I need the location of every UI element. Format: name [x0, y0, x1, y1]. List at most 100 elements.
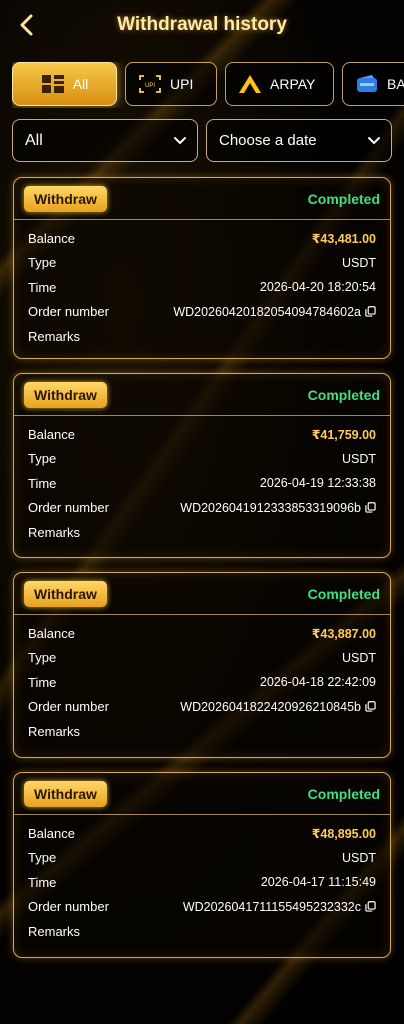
order-value-wrap: WD2026041822420926210845b: [180, 700, 376, 714]
tab-bank-label: BA: [387, 76, 404, 92]
type-label: Type: [28, 650, 57, 666]
upi-icon: UPI: [138, 74, 162, 94]
card-header: Withdraw Completed: [14, 573, 390, 615]
date-picker[interactable]: Choose a date: [206, 119, 392, 162]
type-label: Type: [28, 451, 57, 467]
time-value: 2026-04-17 11:15:49: [260, 875, 376, 890]
type-row: Type USDT: [14, 846, 390, 871]
back-button[interactable]: [14, 12, 40, 38]
chevron-down-icon: [368, 136, 380, 144]
tab-arpay[interactable]: ARPAY: [225, 62, 334, 106]
page-title: Withdrawal history: [117, 14, 287, 35]
time-row: Time 2026-04-18 22:42:09: [14, 670, 390, 695]
withdrawal-card: Withdraw Completed Balance ₹48,895.00 Ty…: [13, 772, 391, 958]
time-row: Time 2026-04-20 18:20:54: [14, 275, 390, 300]
filter-bar: All Choose a date: [12, 119, 392, 162]
balance-row: Balance ₹43,481.00: [14, 226, 390, 251]
order-row: Order number WD2026042018205409478​4602a: [14, 300, 390, 325]
type-row: Type USDT: [14, 646, 390, 671]
status-dropdown[interactable]: All: [12, 119, 198, 162]
copy-icon[interactable]: [365, 306, 376, 317]
withdraw-badge: Withdraw: [24, 381, 107, 408]
remarks-label: Remarks: [28, 723, 81, 739]
remarks-row: Remarks: [14, 520, 390, 545]
order-value: WD2026041711155495232332c: [182, 899, 361, 914]
balance-value: ₹48,895.00: [311, 826, 376, 841]
balance-row: Balance ₹48,895.00: [14, 821, 390, 846]
withdrawal-card: Withdraw Completed Balance ₹43,887.00 Ty…: [13, 572, 391, 758]
remarks-row: Remarks: [14, 324, 390, 349]
withdrawal-card: Withdraw Completed Balance ₹43,481.00 Ty…: [13, 177, 391, 359]
time-row: Time 2026-04-19 12:33:38: [14, 471, 390, 496]
tab-upi-label: UPI: [170, 76, 194, 92]
card-header: Withdraw Completed: [14, 178, 390, 220]
balance-label: Balance: [28, 426, 75, 442]
tab-arpay-label: ARPAY: [270, 76, 316, 92]
time-label: Time: [28, 475, 57, 491]
order-row: Order number WD2026041711155495232332c: [14, 895, 390, 920]
order-value-wrap: WD2026041711155495232332c: [183, 900, 376, 914]
withdraw-badge: Withdraw: [24, 580, 107, 607]
balance-value: ₹43,887.00: [311, 626, 376, 641]
bank-icon: [355, 74, 379, 94]
svg-text:UPI: UPI: [145, 83, 155, 89]
card-header: Withdraw Completed: [14, 773, 390, 815]
withdraw-badge: Withdraw: [24, 780, 107, 807]
type-label: Type: [28, 255, 57, 271]
time-label: Time: [28, 279, 57, 295]
withdrawal-list: Withdraw Completed Balance ₹43,481.00 Ty…: [13, 177, 391, 972]
remarks-row: Remarks: [14, 719, 390, 744]
status-text: Completed: [307, 386, 380, 403]
type-value: USDT: [341, 850, 376, 865]
time-value: 2026-04-20 18:20:54: [259, 280, 376, 295]
remarks-label: Remarks: [28, 923, 81, 939]
date-picker-placeholder: Choose a date: [219, 132, 317, 149]
time-row: Time 2026-04-17 11:15:49: [14, 870, 390, 895]
balance-value: ₹41,759.00: [311, 427, 376, 442]
balance-label: Balance: [28, 230, 75, 246]
order-value: WD2026042018205409478​4602a: [173, 304, 361, 319]
chevron-left-icon: [20, 14, 33, 36]
copy-icon[interactable]: [365, 701, 376, 712]
type-row: Type USDT: [14, 447, 390, 472]
order-label: Order number: [28, 304, 109, 320]
time-value: 2026-04-19 12:33:38: [259, 476, 376, 491]
balance-label: Balance: [28, 825, 75, 841]
tab-all[interactable]: All: [12, 62, 117, 106]
remarks-label: Remarks: [28, 328, 81, 344]
order-label: Order number: [28, 500, 109, 516]
copy-icon[interactable]: [365, 901, 376, 912]
status-text: Completed: [307, 190, 380, 207]
order-row: Order number WD2026041822420926210845b: [14, 695, 390, 720]
payment-method-tabs: All UPI UPI ARPAY BA: [12, 62, 404, 108]
grid-icon: [41, 74, 65, 94]
remarks-label: Remarks: [28, 524, 81, 540]
status-dropdown-value: All: [25, 131, 43, 149]
order-row: Order number WD2026041912333853319096b: [14, 496, 390, 521]
order-value-wrap: WD2026041912333853319096b: [180, 501, 376, 515]
card-header: Withdraw Completed: [14, 374, 390, 416]
status-text: Completed: [307, 585, 380, 602]
type-value: USDT: [341, 650, 376, 665]
balance-row: Balance ₹43,887.00: [14, 621, 390, 646]
tab-bank[interactable]: BA: [342, 62, 404, 106]
chevron-down-icon: [174, 136, 186, 144]
order-value-wrap: WD2026042018205409478​4602a: [173, 305, 376, 319]
order-label: Order number: [28, 699, 109, 715]
order-value: WD2026041912333853319096b: [180, 500, 361, 515]
tab-all-label: All: [72, 76, 89, 92]
time-value: 2026-04-18 22:42:09: [259, 675, 376, 690]
withdraw-badge: Withdraw: [24, 185, 107, 212]
withdrawal-card: Withdraw Completed Balance ₹41,759.00 Ty…: [13, 373, 391, 558]
time-label: Time: [28, 874, 57, 890]
arpay-icon: [238, 74, 262, 94]
type-value: USDT: [341, 255, 376, 270]
type-label: Type: [28, 850, 57, 866]
order-label: Order number: [28, 899, 109, 915]
time-label: Time: [28, 674, 57, 690]
header: Withdrawal history: [0, 0, 404, 50]
copy-icon[interactable]: [365, 502, 376, 513]
type-value: USDT: [341, 451, 376, 466]
order-value: WD2026041822420926210845b: [180, 699, 361, 714]
tab-upi[interactable]: UPI UPI: [125, 62, 217, 106]
